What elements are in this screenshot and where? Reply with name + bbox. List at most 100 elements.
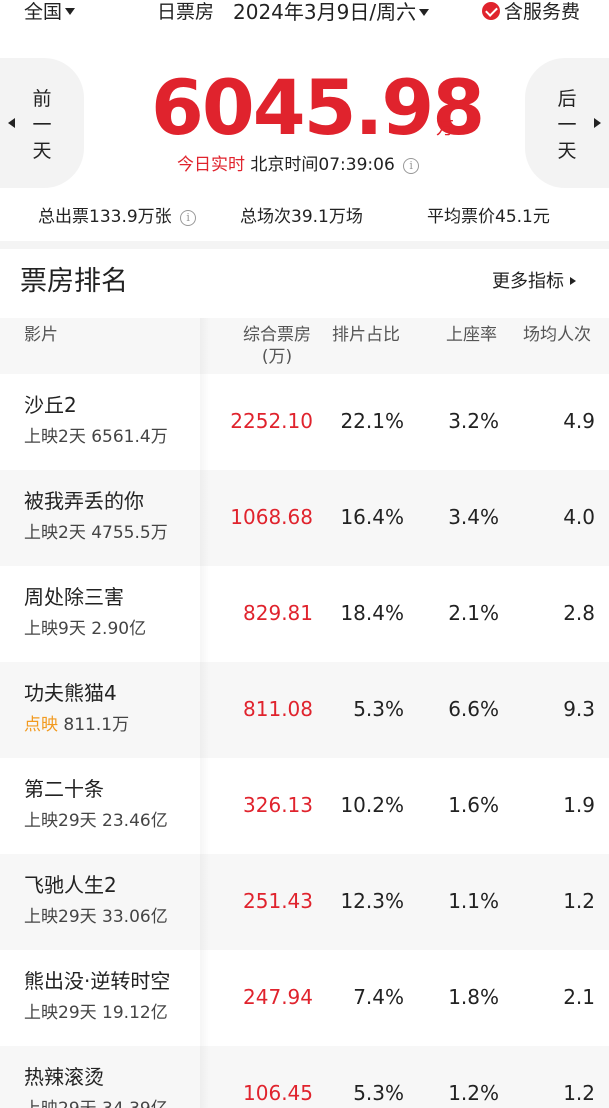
next-day-button[interactable]: 后一天 [525, 58, 609, 188]
date-label: 2024年3月9日/周六 [233, 0, 417, 24]
column-box-office[interactable]: 综合票房(万) [240, 324, 314, 368]
avg-attendance: 2.1 [563, 985, 595, 1009]
cumulative-box-office: 811.1万 [63, 715, 130, 735]
avg-attendance: 9.3 [563, 697, 595, 721]
more-metrics-label: 更多指标 [492, 271, 564, 292]
show-share: 7.4% [353, 985, 404, 1009]
seat-rate: 3.2% [448, 409, 499, 433]
daily-box-office: 2252.10 [230, 409, 313, 433]
film-title: 第二十条 [24, 777, 104, 801]
release-status: 上映29天 [24, 1003, 97, 1023]
table-row[interactable]: 沙丘2 上映2天 6561.4万 2252.10 22.1% 3.2% 4.9 [0, 374, 609, 470]
film-subtitle: 上映29天 23.46亿 [24, 810, 168, 832]
total-shows: 总场次39.1万场 [240, 207, 363, 227]
check-icon [482, 2, 500, 20]
show-share: 18.4% [340, 601, 404, 625]
show-share: 5.3% [353, 1081, 404, 1105]
show-share: 16.4% [340, 505, 404, 529]
caret-down-icon [65, 8, 76, 15]
show-share: 10.2% [340, 793, 404, 817]
show-share: 5.3% [353, 697, 404, 721]
cumulative-box-office: 6561.4万 [91, 427, 168, 447]
avg-attendance: 1.9 [563, 793, 595, 817]
table-row[interactable]: 飞驰人生2 上映29天 33.06亿 251.43 12.3% 1.1% 1.2 [0, 854, 609, 950]
service-fee-label: 含服务费 [504, 1, 581, 23]
seat-rate: 1.1% [448, 889, 499, 913]
table-row[interactable]: 熊出没·逆转时空上映29天 19.12亿 247.94 7.4% 1.8% 2.1 [0, 950, 609, 1046]
next-day-label: 后一天 [557, 88, 577, 162]
column-avg-attendance[interactable]: 场均人次 [523, 324, 591, 346]
top-bar: 全国 日票房 2024年3月9日/周六 含服务费 [0, 0, 609, 26]
beijing-time: 北京时间07:39:06 [250, 155, 395, 175]
day-box-office-label: 日票房 [157, 1, 215, 23]
more-metrics-button[interactable]: 更多指标 [492, 270, 576, 294]
table-row[interactable]: 功夫熊猫4 点映 811.1万 811.08 5.3% 6.6% 9.3 [0, 662, 609, 758]
table-row[interactable]: 周处除三害上映9天 2.90亿 829.81 18.4% 2.1% 2.8 [0, 566, 609, 662]
release-status: 上映2天 [24, 523, 86, 543]
film-subtitle: 上映9天 2.90亿 [24, 618, 146, 640]
avg-attendance: 1.2 [563, 889, 595, 913]
arrow-right-icon [594, 118, 601, 128]
column-divider-shadow [200, 318, 210, 1108]
summary-stats: 总出票133.9万张 i 总场次39.1万场 平均票价45.1元 [0, 204, 609, 230]
seat-rate: 3.4% [448, 505, 499, 529]
previous-day-button[interactable]: 前一天 [0, 58, 84, 188]
film-subtitle: 上映29天 33.06亿 [24, 906, 168, 928]
arrow-right-icon [570, 277, 576, 285]
release-status: 上映2天 [24, 427, 86, 447]
film-subtitle: 上映2天 6561.4万 [24, 426, 168, 448]
seat-rate: 2.1% [448, 601, 499, 625]
film-title: 沙丘2 [24, 393, 77, 417]
cumulative-box-office: 34.39亿 [102, 1099, 168, 1108]
total-unit: 万 [436, 118, 454, 139]
average-price: 平均票价45.1元 [427, 207, 550, 227]
column-show-share[interactable]: 排片占比 [332, 324, 400, 346]
seat-rate: 1.6% [448, 793, 499, 817]
daily-box-office: 106.45 [243, 1081, 313, 1105]
table-row[interactable]: 被我弄丢的你上映2天 4755.5万 1068.68 16.4% 3.4% 4.0 [0, 470, 609, 566]
show-share: 12.3% [340, 889, 404, 913]
info-icon[interactable]: i [180, 210, 197, 226]
table-row[interactable]: 热辣滚烫上映29天 34.39亿 106.45 5.3% 1.2% 1.2 [0, 1046, 609, 1108]
daily-box-office: 1068.68 [230, 505, 313, 529]
film-title: 被我弄丢的你 [24, 489, 144, 513]
cumulative-box-office: 4755.5万 [91, 523, 168, 543]
date-selector[interactable]: 2024年3月9日/周六 [233, 0, 430, 24]
film-subtitle: 点映 811.1万 [24, 714, 129, 736]
seat-rate: 6.6% [448, 697, 499, 721]
arrow-left-icon [8, 118, 15, 128]
daily-box-office: 251.43 [243, 889, 313, 913]
previous-day-label: 前一天 [32, 88, 52, 162]
avg-attendance: 2.8 [563, 601, 595, 625]
ranking-title: 票房排名 [20, 266, 128, 297]
film-title: 熊出没·逆转时空 [24, 969, 171, 993]
daily-box-office: 247.94 [243, 985, 313, 1009]
film-title: 功夫熊猫4 [24, 681, 117, 705]
cumulative-box-office: 2.90亿 [91, 619, 147, 639]
total-tickets: 总出票133.9万张 i [38, 204, 197, 230]
column-film: 影片 [24, 325, 58, 345]
seat-rate: 1.2% [448, 1081, 499, 1105]
total-box-office: 6045.98 [151, 63, 485, 152]
show-share: 22.1% [340, 409, 404, 433]
film-title: 飞驰人生2 [24, 873, 117, 897]
service-fee-toggle[interactable]: 含服务费 [482, 0, 580, 24]
realtime-label: 今日实时 [177, 155, 245, 175]
avg-attendance: 4.0 [563, 505, 595, 529]
daily-box-office: 829.81 [243, 601, 313, 625]
film-title: 周处除三害 [24, 585, 124, 609]
release-status: 上映29天 [24, 907, 97, 927]
cumulative-box-office: 33.06亿 [102, 907, 168, 927]
release-status: 上映9天 [24, 619, 86, 639]
info-icon[interactable]: i [403, 158, 420, 174]
region-selector[interactable]: 全国 [24, 0, 76, 24]
release-status: 上映29天 [24, 811, 97, 831]
cumulative-box-office: 19.12亿 [102, 1003, 168, 1023]
column-seat-rate[interactable]: 上座率 [446, 324, 497, 346]
seat-rate: 1.8% [448, 985, 499, 1009]
cumulative-box-office: 23.46亿 [102, 811, 168, 831]
avg-attendance: 4.9 [563, 409, 595, 433]
total-tickets-text: 总出票133.9万张 [38, 207, 172, 227]
caret-down-icon [419, 9, 430, 16]
table-row[interactable]: 第二十条 上映29天 23.46亿 326.13 10.2% 1.6% 1.9 [0, 758, 609, 854]
